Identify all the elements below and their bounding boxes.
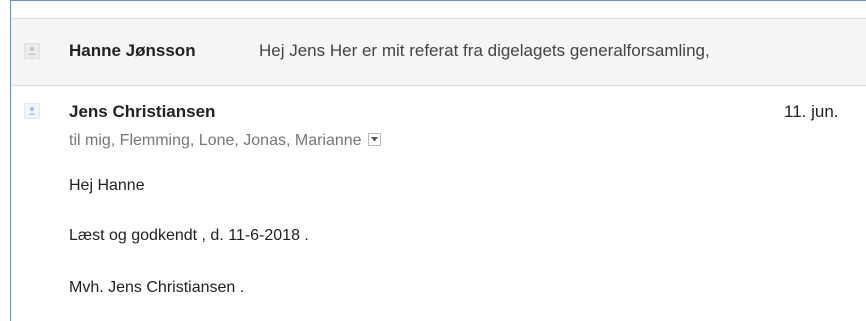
thread-top-spacer — [11, 1, 866, 18]
show-details-button[interactable] — [367, 132, 381, 146]
person-avatar-icon — [24, 43, 40, 59]
message-body-greeting: Hej Hanne — [69, 177, 145, 194]
person-avatar-icon — [24, 103, 40, 119]
collapsed-message-sender: Hanne Jønsson — [69, 41, 196, 60]
message-date: 11. jun. — [784, 102, 839, 121]
message-body-line: Læst og godkendt , d. 11-6-2018 . — [69, 227, 309, 244]
recipients-line: til mig, Flemming, Lone, Jonas, Marianne — [69, 132, 381, 150]
email-thread-frame: Hanne Jønsson Hej Jens Her er mit refera… — [10, 0, 866, 321]
chevron-down-icon — [370, 136, 378, 142]
expanded-message-sender[interactable]: Jens Christiansen — [69, 102, 215, 122]
expanded-message-jens: Jens Christiansen 11. jun. til mig, Flem… — [11, 86, 866, 321]
collapsed-message-snippet: Hej Jens Her er mit referat fra digelage… — [259, 41, 710, 60]
message-body-signoff: Mvh. Jens Christiansen . — [69, 279, 245, 296]
collapsed-message-hanne[interactable]: Hanne Jønsson Hej Jens Her er mit refera… — [11, 18, 866, 86]
recipients-text: til mig, Flemming, Lone, Jonas, Marianne — [69, 132, 362, 149]
